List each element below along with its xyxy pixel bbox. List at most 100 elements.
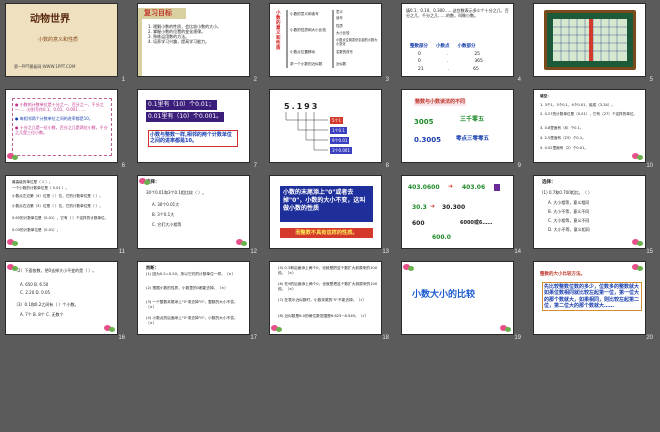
table-header: 整数部分 小数点 小数部分 — [410, 44, 476, 49]
question-line: （2）下面各数，把0去掉大小不变的是（ ）。 — [14, 268, 97, 273]
slide-18[interactable]: (5) 0.3和后面添上两个0，也就是把这个数扩大到原来的100倍。（×） (6… — [269, 261, 382, 335]
question-line: 5. 0.02里面有（2）个0.01。 — [540, 146, 589, 150]
slide-thumbnail[interactable]: (5) 0.3和后面添上两个0，也就是把这个数扩大到原来的100倍。（×） (6… — [269, 261, 389, 341]
arrow-right-icon: ➜ — [430, 203, 436, 210]
example-to: 600.0 — [432, 234, 451, 241]
slide-17[interactable]: 判断： (1) 因为0.2=0.20，所以它们的计数单位一样。（×） (2) 根… — [137, 261, 250, 335]
mindmap-branch: 求一个小数的近似数 — [290, 62, 323, 66]
slide-sorter-grid: 动物世界 小数的意义和性质 第一PPT模板网-WWW.1PPT.COM 1 复习… — [5, 3, 655, 429]
slide-7[interactable]: 0.1里有（10）个0.01； 0.01里有（10）个0.001。 小数与整数一… — [137, 89, 250, 163]
slide-thumbnail[interactable]: 判断： (1) 因为0.2=0.20，所以它们的计数单位一样。（×） (2) 根… — [137, 261, 257, 341]
example-from: 600 — [412, 220, 425, 227]
integer-example: 3005 — [414, 118, 434, 126]
slide-heading: 选择： — [542, 180, 556, 185]
flower-icon — [403, 263, 415, 272]
flower-icon — [7, 238, 19, 247]
place-part: 3个0.001 — [330, 147, 352, 154]
place-value-table — [553, 19, 627, 61]
slide-number: 10 — [646, 163, 653, 169]
slide-body: ● 小数的计数单位是十分之一、百分之一、千分之一……分别写作0.1、0.01、0… — [15, 102, 108, 135]
slide-number: 9 — [517, 163, 521, 169]
property-statement: 小数的末尾添上"0"或者去掉"0"，小数的大小不变，这叫做小数的性质 — [280, 186, 373, 222]
mindmap-leaf: 意义 — [336, 10, 343, 14]
slide-16[interactable]: （2）下面各数，把0去掉大小不变的是（ ）。 A. 650 B. 6.50 C.… — [5, 261, 118, 335]
slide-2[interactable]: 复习目标 1. 理解小数的性质，会比较小数的大小。 2. 掌握小数的位置的变化规… — [137, 3, 250, 77]
slide-thumbnail[interactable]: 小数大小的比较 19 — [401, 261, 521, 341]
slide-thumbnail[interactable]: 整数的大小比较方法。 先比较整数位数的多少，位数多的整数就大如果位数相同就比较左… — [533, 261, 653, 341]
question-line: 2. 0.27的计数单位是（0.01），它有（27）个这样的单位。 — [540, 112, 638, 116]
slide-thumbnail[interactable]: 最高级的单位是（ 1 ）。 一个小数的计数单位是（ 0.01 ）。 小数点左边第… — [5, 175, 125, 255]
slide-number: 2 — [253, 77, 257, 83]
slide-title: 动物世界 — [30, 14, 70, 25]
question: (1) 0.7和0.700相比，（ ） — [542, 190, 593, 195]
integer-reading: 三千零五 — [460, 116, 485, 123]
mindmap-root: 小数的意义和性质 — [276, 11, 281, 51]
question-line: 最高级的单位是（ 1 ）。 — [12, 180, 53, 184]
flower-icon — [632, 152, 644, 161]
slide-number: 3 — [385, 77, 389, 83]
flower-icon — [632, 238, 644, 247]
slide-thumbnail[interactable]: 403.0600 ➜ 403.06 30.3 ➜ 30.300 600 6000… — [401, 175, 521, 255]
slide-thumbnail[interactable]: 选择： 30个0.01和3个0.1相比较（ ）。 A. 30个0.01大 B. … — [137, 175, 257, 255]
slide-thumbnail[interactable]: 复习目标 1. 理解小数的性质，会比较小数的大小。 2. 掌握小数的位置的变化规… — [137, 3, 257, 83]
slide-20[interactable]: 整数的大小比较方法。 先比较整数位数的多少，位数多的整数就大如果位数相同就比较左… — [533, 261, 646, 335]
question-line: (4) 小数点的后面添上"0"或去掉"0"，小数的大小不变。（×） — [146, 316, 238, 325]
question-line: 0.05的计数单位是（0.01）。 — [12, 228, 61, 232]
slide-15[interactable]: 选择： (1) 0.7和0.700相比，（ ） A. 大小相等，意义相同 B. … — [533, 175, 646, 249]
place-part: 5个1 — [330, 117, 344, 124]
slide-thumbnail[interactable]: 填空： 1. 3个1，3个0.1，4个0.01，组成（3.34）。 2. 0.2… — [533, 89, 653, 169]
slide-thumbnail[interactable]: 整数与小数读法的不同 3005 三千零五 0.3005 零点三零零五 9 — [401, 89, 521, 169]
slide-12[interactable]: 选择： 30个0.01和3个0.1相比较（ ）。 A. 30个0.01大 B. … — [137, 175, 250, 249]
slide-thumbnail[interactable]: 0.1里有（10）个0.01； 0.01里有（10）个0.001。 小数与整数一… — [137, 89, 257, 169]
mindmap-leaf: 名数的改写 — [336, 50, 353, 54]
slide-heading: 复习目标 — [144, 9, 172, 17]
slide-6[interactable]: ● 小数的计数单位是十分之一、百分之一、千分之一……分别写作0.1、0.01、0… — [5, 89, 118, 163]
slide-number: 6 — [121, 163, 125, 169]
slide-heading: 整数的大小比较方法。 — [540, 272, 585, 277]
question-line: (3) 一个整数末尾添上"0"或去掉"0"，整数的大小不变。（×） — [146, 300, 238, 309]
slide-thumbnail[interactable]: 选择： (1) 0.7和0.700相比，（ ） A. 大小相等，意义相同 B. … — [533, 175, 653, 255]
table-row: 0 . 365 — [418, 59, 483, 65]
slide-13[interactable]: 小数的末尾添上"0"或者去掉"0"，小数的大小不变，这叫做小数的性质 而整数不具… — [269, 175, 382, 249]
question-line: 小数点右边第（3）位是（ ）位，它的计数单位是（ ）。 — [12, 204, 103, 208]
slide-thumbnail[interactable]: 数位顺序表 5 — [533, 3, 653, 83]
question: 30个0.01和3个0.1相比较（ ）。 — [146, 190, 207, 195]
option: A. 大小相等，意义相同 — [548, 200, 590, 205]
question-line: (8) 近似数是6.0的两位数范围是6.625~6.549。（√） — [278, 314, 369, 318]
slide-3[interactable]: 小数的意义和性质 小数的意义和读写 小数的性质和大小比较 小数点位置移动 求一个… — [269, 3, 382, 77]
slide-thumbnail[interactable]: 小数的意义和性质 小数的意义和读写 小数的性质和大小比较 小数点位置移动 求一个… — [269, 3, 389, 83]
example-to: 6000或6…… — [460, 220, 493, 226]
slide-11[interactable]: 最高级的单位是（ 1 ）。 一个小数的计数单位是（ 0.01 ）。 小数点左边第… — [5, 175, 118, 249]
slide-thumbnail[interactable]: 动物世界 小数的意义和性质 第一PPT模板网-WWW.1PPT.COM 1 — [5, 3, 125, 83]
slide-thumbnail[interactable]: ● 小数的计数单位是十分之一、百分之一、千分之一……分别写作0.1、0.01、0… — [5, 89, 125, 169]
slide-thumbnail[interactable]: （2）下面各数，把0去掉大小不变的是（ ）。 A. 650 B. 6.50 C.… — [5, 261, 125, 341]
flower-icon — [7, 152, 19, 161]
slide-8[interactable]: 5.193 5个1 1个0.1 9个0.01 3个0.001 — [269, 89, 382, 163]
slide-thumbnail[interactable]: 5.193 5个1 1个0.1 9个0.01 3个0.001 8 — [269, 89, 389, 169]
slide-question: 填0.1、0.10、0.300……这些数表示多少个十分之几、百分之几、千分之几…… — [406, 8, 509, 18]
comparison-method: 先比较整数位数的多少，位数多的整数就大如果位数相同就比较左起第一位，第一位大的那… — [542, 282, 642, 311]
question-line: （3）0.1和0.2之间有（ ）个小数。 — [14, 302, 79, 307]
slide-heading: 整数与小数读法的不同 — [414, 98, 467, 107]
slide-footer: 第一PPT模板网-WWW.1PPT.COM — [14, 64, 76, 69]
slide-thumbnail[interactable]: 填0.1、0.10、0.300……这些数表示多少个十分之几、百分之几、千分之几…… — [401, 3, 521, 83]
connector-lines-icon — [285, 112, 328, 151]
fill-line: 0.01里有（10）个0.001。 — [146, 112, 225, 122]
mindmap-leaf: 性质 — [336, 24, 343, 28]
slide-thumbnail[interactable]: 小数的末尾添上"0"或者去掉"0"，小数的大小不变，这叫做小数的性质 而整数不具… — [269, 175, 389, 255]
slide-1[interactable]: 动物世界 小数的意义和性质 第一PPT模板网-WWW.1PPT.COM — [5, 3, 118, 77]
slide-number: 17 — [250, 335, 257, 341]
flower-icon — [500, 324, 512, 333]
question-line: (5) 0.3和后面添上两个0，也就是把这个数扩大到原来的100倍。（×） — [278, 266, 378, 275]
slide-5[interactable]: 数位顺序表 — [533, 3, 646, 77]
arrow-right-icon: ➜ — [448, 183, 454, 190]
slide-14[interactable]: 403.0600 ➜ 403.06 30.3 ➜ 30.300 600 6000… — [401, 175, 514, 249]
slide-10[interactable]: 填空： 1. 3个1，3个0.1，4个0.01，组成（3.34）。 2. 0.2… — [533, 89, 646, 163]
side-bar — [138, 19, 142, 76]
question-line: (1) 因为0.2=0.20，所以它们的计数单位一样。（×） — [146, 272, 236, 276]
property-note: 而整数不具有这样的性质。 — [280, 228, 373, 238]
slide-9[interactable]: 整数与小数读法的不同 3005 三千零五 0.3005 零点三零零五 — [401, 89, 514, 163]
mindmap-connector — [286, 10, 288, 68]
slide-4[interactable]: 填0.1、0.10、0.300……这些数表示多少个十分之几、百分之几、千分之几…… — [401, 3, 514, 77]
slide-19[interactable]: 小数大小的比较 — [401, 261, 514, 335]
